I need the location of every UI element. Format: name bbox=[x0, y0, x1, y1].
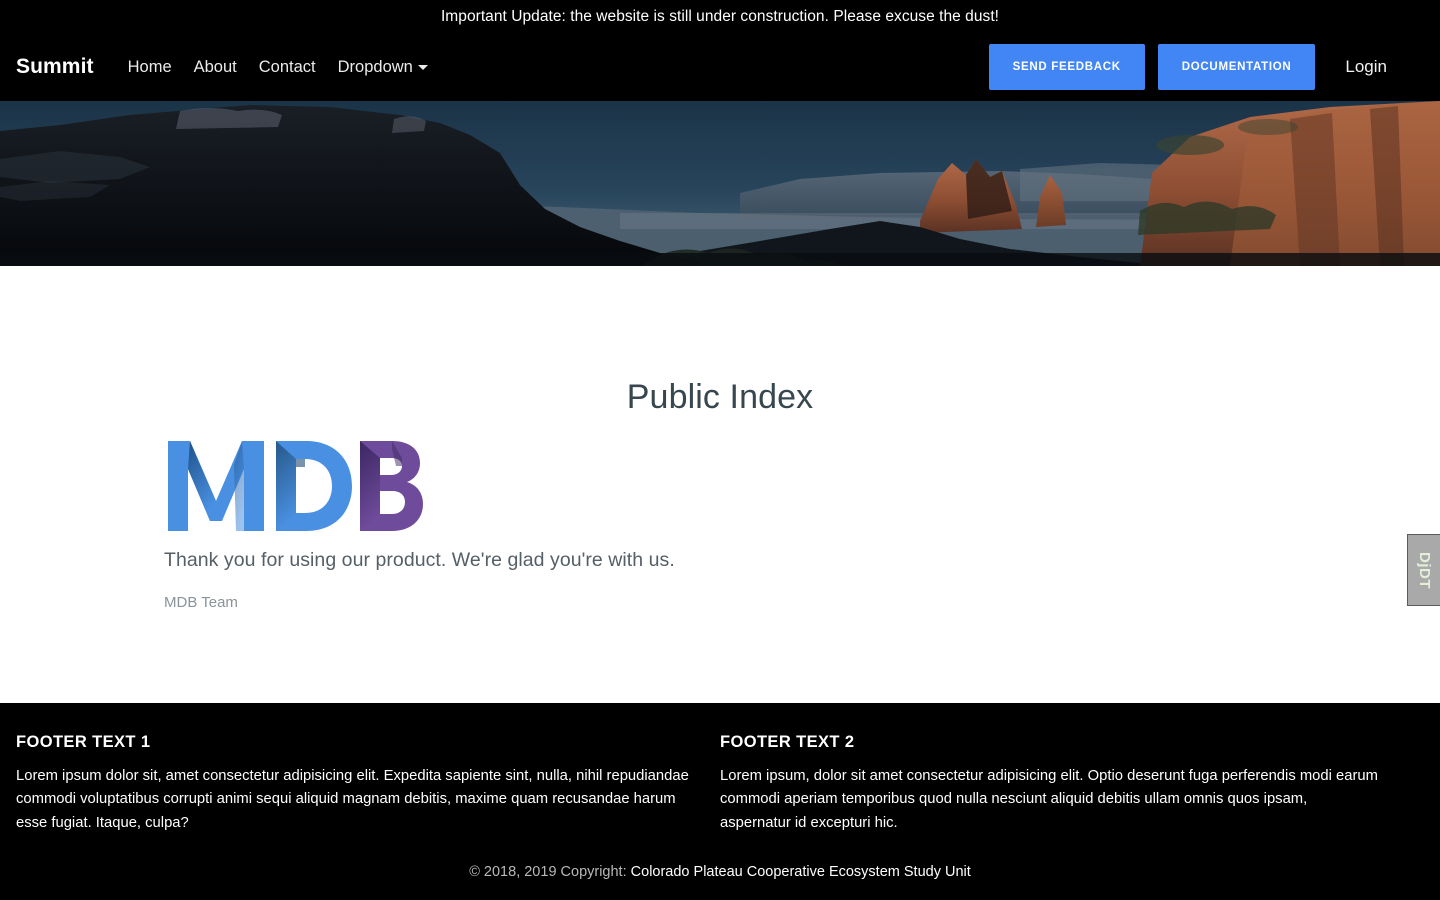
nav-link-contact[interactable]: Contact bbox=[248, 52, 327, 83]
page-footer: Footer text 1 Lorem ipsum dolor sit, ame… bbox=[0, 703, 1440, 900]
navbar-links: Home About Contact Dropdown bbox=[117, 52, 439, 83]
footer-column-1: Footer text 1 Lorem ipsum dolor sit, ame… bbox=[16, 733, 720, 835]
copyright-bar: © 2018, 2019 Copyright: Colorado Plateau… bbox=[0, 835, 1440, 880]
chevron-down-icon bbox=[417, 64, 428, 70]
django-debug-toolbar-handle[interactable]: DjDT bbox=[1407, 534, 1440, 606]
signature-text: MDB Team bbox=[164, 594, 238, 611]
hero-landscape-illustration bbox=[0, 101, 1440, 266]
mdb-logo-letter-m bbox=[168, 441, 264, 531]
announcement-bar: Important Update: the website is still u… bbox=[0, 0, 1440, 33]
main-content: Public Index Thank you for using our pro… bbox=[0, 266, 1440, 703]
navbar-actions: SEND FEEDBACK DOCUMENTATION Login bbox=[988, 44, 1396, 90]
footer-columns: Footer text 1 Lorem ipsum dolor sit, ame… bbox=[0, 703, 1440, 835]
copyright-prefix: © 2018, 2019 Copyright: bbox=[469, 864, 627, 881]
copyright-org-link[interactable]: Colorado Plateau Cooperative Ecosystem S… bbox=[631, 864, 971, 880]
nav-item-home: Home bbox=[117, 52, 183, 83]
mdb-logo-letter-d bbox=[276, 441, 352, 531]
mdb-logo-letter-b bbox=[360, 441, 423, 531]
documentation-button[interactable]: DOCUMENTATION bbox=[1157, 44, 1316, 90]
login-link[interactable]: Login bbox=[1336, 51, 1396, 83]
footer-body-2: Lorem ipsum, dolor sit amet consectetur … bbox=[720, 768, 1378, 831]
nav-link-home[interactable]: Home bbox=[117, 52, 183, 83]
navbar-brand[interactable]: Summit bbox=[16, 55, 94, 79]
nav-link-dropdown[interactable]: Dropdown bbox=[327, 52, 439, 83]
content-block: Thank you for using our product. We're g… bbox=[0, 417, 1440, 611]
django-debug-toolbar-label: DjDT bbox=[1415, 551, 1433, 589]
mdb-logo bbox=[168, 441, 423, 531]
announcement-text: Important Update: the website is still u… bbox=[440, 7, 1000, 25]
nav-item-about: About bbox=[183, 52, 248, 83]
footer-heading-2: Footer text 2 bbox=[720, 733, 855, 751]
nav-item-contact: Contact bbox=[248, 52, 327, 83]
nav-link-about[interactable]: About bbox=[183, 52, 248, 83]
nav-link-dropdown-label: Dropdown bbox=[337, 57, 413, 76]
lead-text: Thank you for using our product. We're g… bbox=[164, 549, 675, 571]
footer-column-2: Footer text 2 Lorem ipsum, dolor sit ame… bbox=[720, 733, 1424, 835]
nav-item-dropdown: Dropdown bbox=[327, 52, 439, 83]
footer-heading-1: Footer text 1 bbox=[16, 733, 151, 751]
send-feedback-button[interactable]: SEND FEEDBACK bbox=[988, 44, 1145, 90]
page-title: Public Index bbox=[626, 378, 814, 416]
main-navbar: Summit Home About Contact Dropdown SEND … bbox=[0, 33, 1440, 101]
footer-body-1: Lorem ipsum dolor sit, amet consectetur … bbox=[16, 768, 689, 831]
hero-image bbox=[0, 101, 1440, 266]
